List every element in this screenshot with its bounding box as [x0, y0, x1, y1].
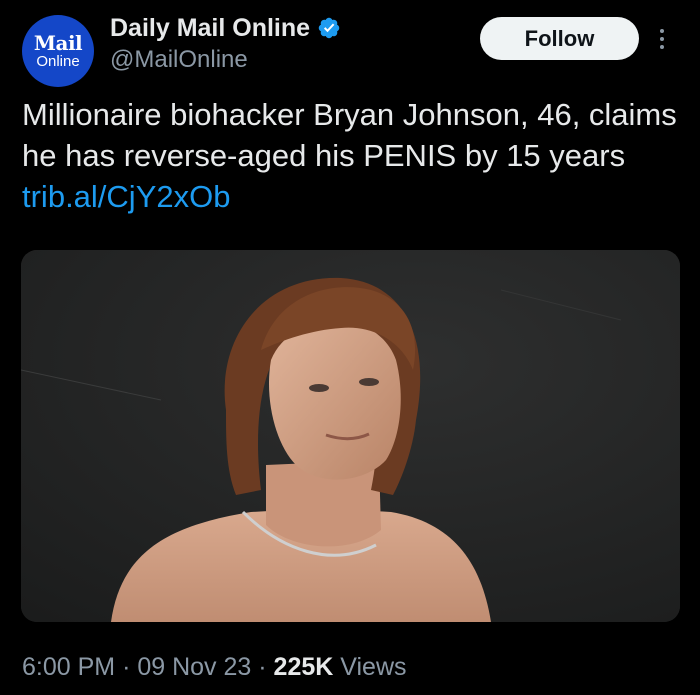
more-options-icon[interactable]	[652, 22, 672, 56]
views-label: Views	[340, 653, 407, 681]
verified-badge-icon	[317, 16, 341, 40]
display-name-row: Daily Mail Online	[110, 12, 341, 44]
tweet-body: Millionaire biohacker Bryan Johnson, 46,…	[22, 97, 677, 173]
handle[interactable]: @MailOnline	[110, 46, 341, 74]
tweet-photo[interactable]	[21, 250, 680, 622]
more-dot	[660, 45, 664, 49]
avatar-logo-mail: Mail	[33, 30, 83, 55]
tweet-link[interactable]: trib.al/CjY2xOb	[22, 179, 230, 214]
follow-button[interactable]: Follow	[480, 17, 639, 60]
tweet-date[interactable]: 09 Nov 23	[137, 653, 251, 681]
account-info: Daily Mail Online @MailOnline	[110, 12, 341, 74]
avatar-logo-online: Online	[36, 52, 80, 70]
more-dot	[660, 29, 664, 33]
photo-illustration	[21, 250, 680, 622]
views-count: 225K	[273, 653, 334, 681]
tweet-meta: 6:00 PM · 09 Nov 23 · 225K Views	[22, 653, 407, 682]
avatar[interactable]: Mail Online	[22, 15, 94, 87]
meta-separator: ·	[122, 653, 131, 681]
more-dot	[660, 37, 664, 41]
meta-separator: ·	[258, 653, 267, 681]
display-name[interactable]: Daily Mail Online	[110, 14, 310, 43]
tweet-time[interactable]: 6:00 PM	[22, 653, 115, 681]
tweet-text: Millionaire biohacker Bryan Johnson, 46,…	[22, 94, 682, 217]
